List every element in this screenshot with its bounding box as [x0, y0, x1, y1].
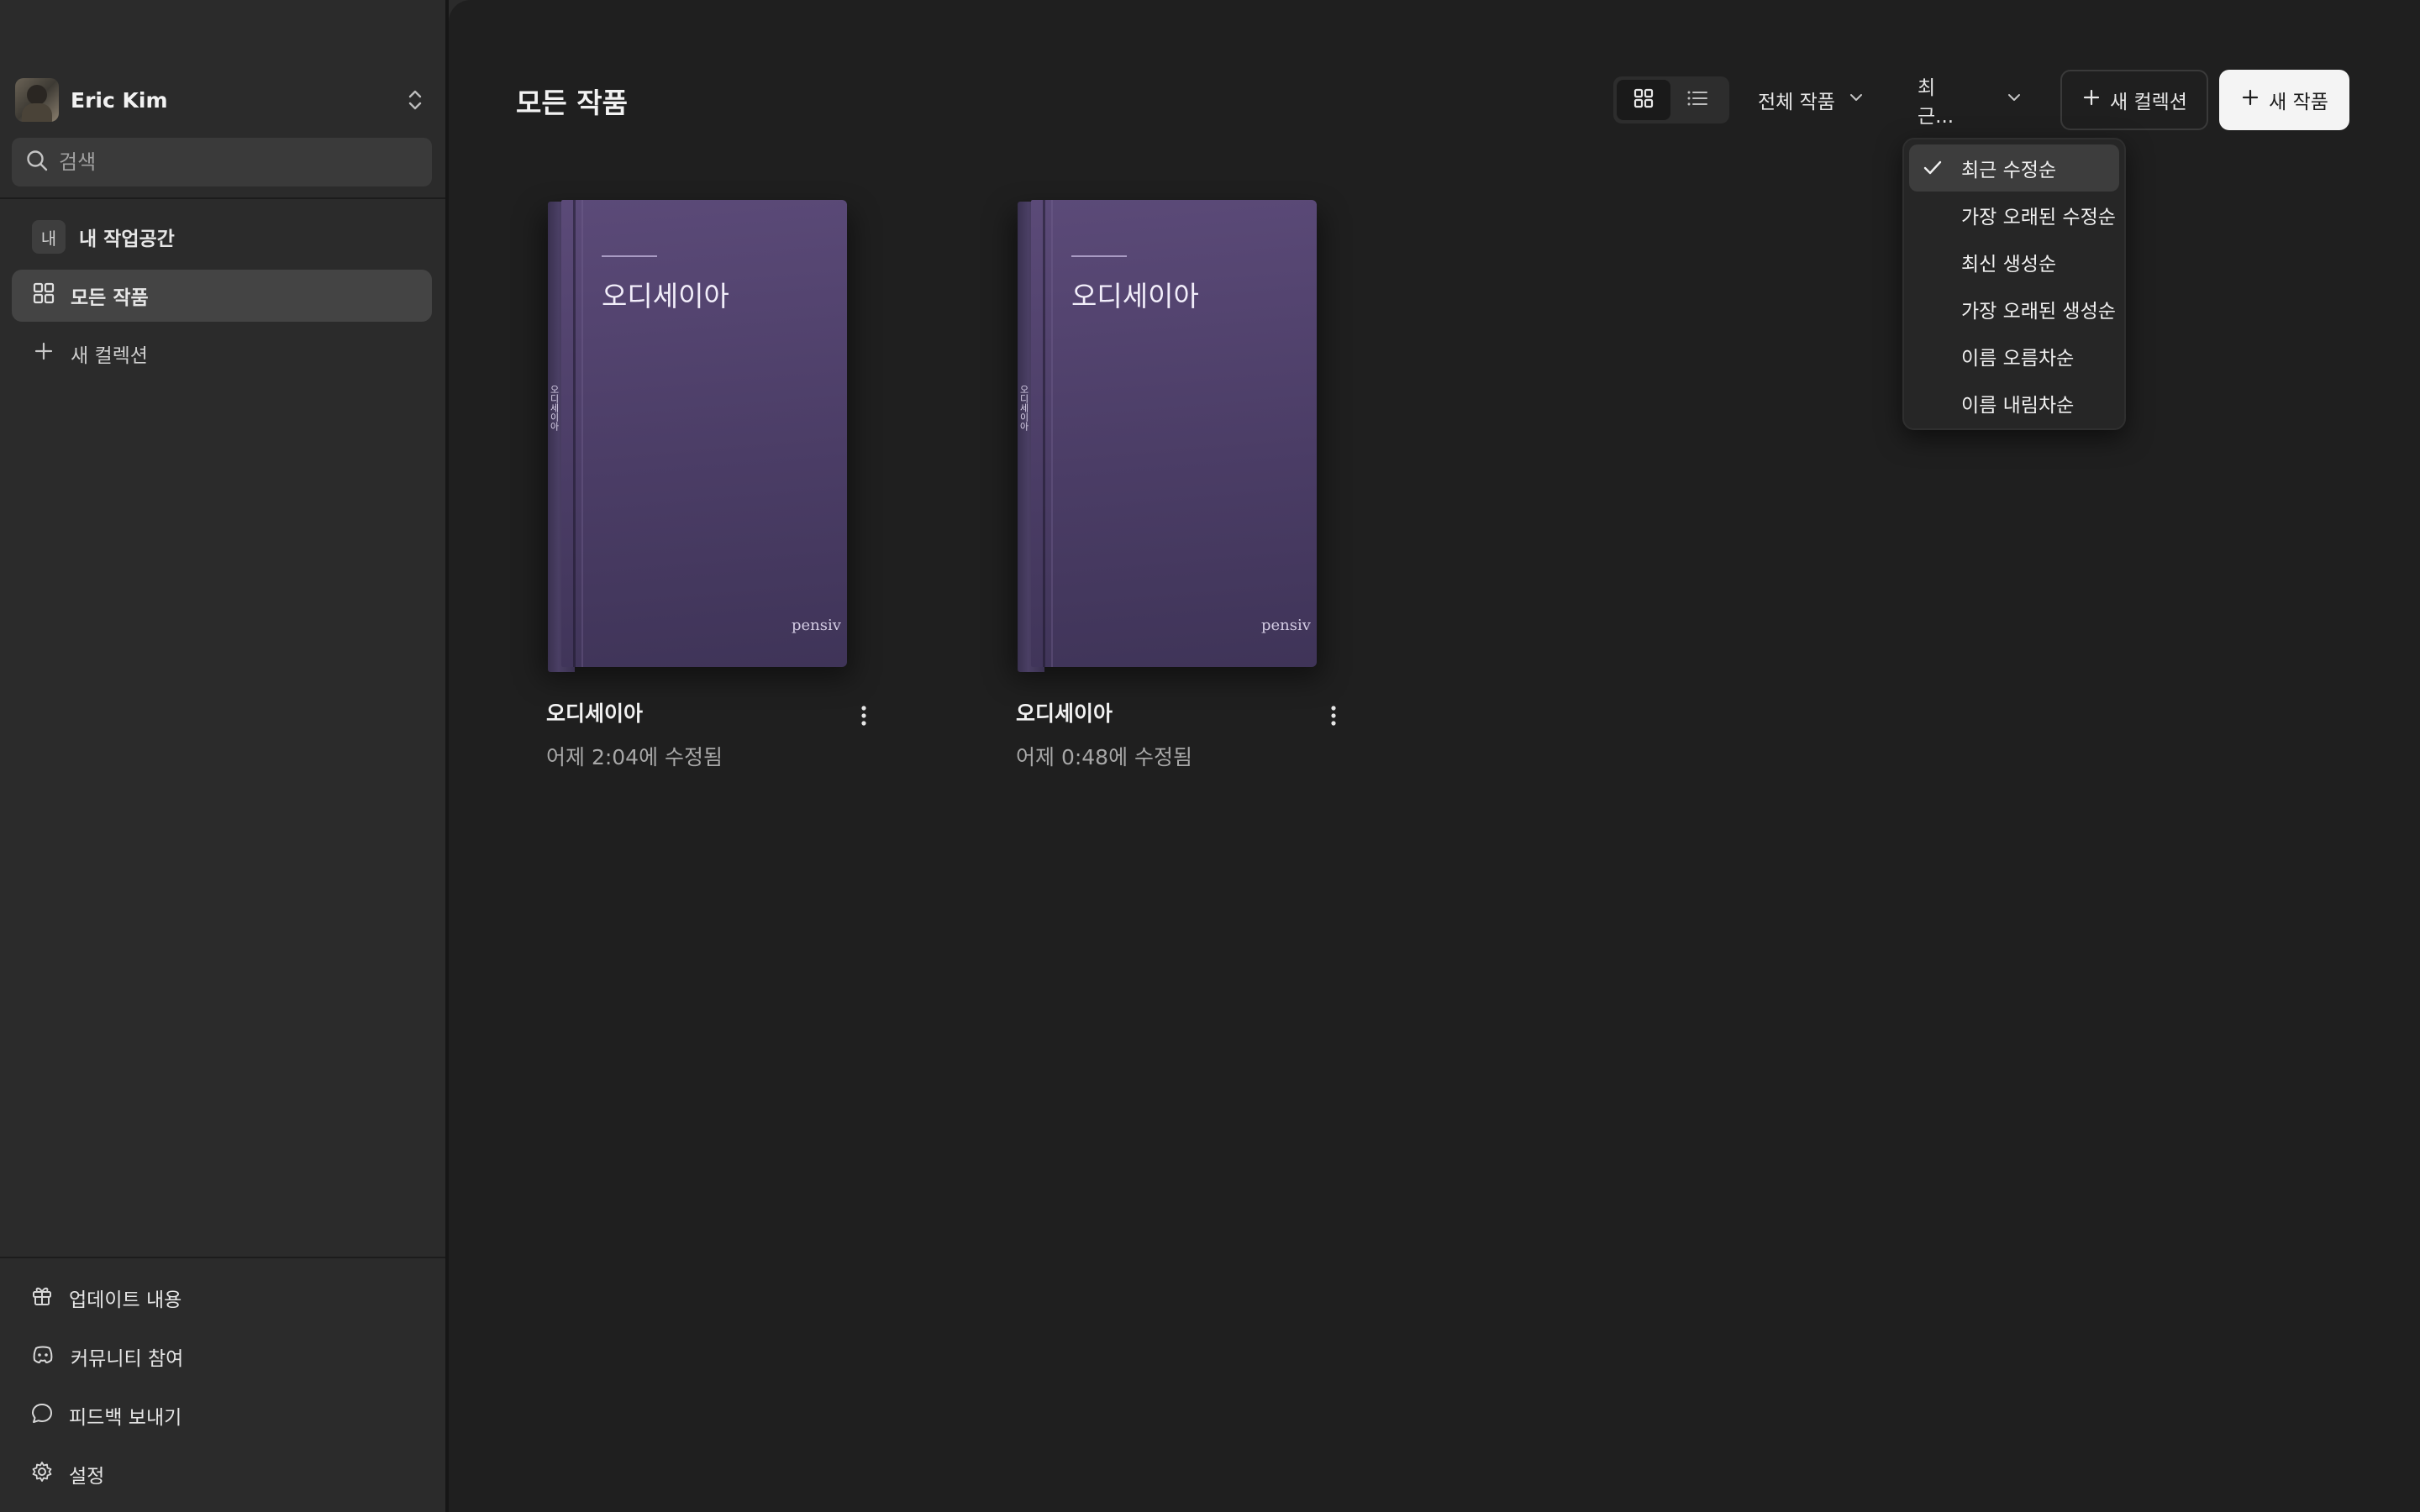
work-card[interactable]: 오디세이아 오디세이아 pensiv 오디세이아 어제 0:48에 수정됨: [986, 197, 1355, 776]
chevron-down-icon: [1847, 88, 1865, 112]
sort-option-label: 최근 수정순: [1961, 160, 2057, 181]
work-title: 오디세이아: [1016, 701, 1113, 726]
footer-item-settings[interactable]: 설정: [30, 1453, 104, 1495]
grid-icon: [1632, 87, 1655, 113]
view-toggle: [1613, 76, 1729, 123]
footer-item-feedback[interactable]: 피드백 보내기: [30, 1394, 182, 1436]
sort-menu: 최근 수정순 가장 오래된 수정순 최신 생성순 가장 오래된 생성순 이름 오…: [1902, 138, 2126, 430]
new-work-label: 새 작품: [2269, 92, 2328, 113]
sort-option-label: 최신 생성순: [1961, 254, 2057, 276]
user-name: Eric Kim: [71, 87, 168, 113]
sort-option-label: 이름 내림차순: [1961, 395, 2075, 417]
sidebar-item-new-collection[interactable]: 새 컬렉션: [12, 328, 432, 380]
grid-view-button[interactable]: [1617, 80, 1670, 120]
discord-icon: [30, 1342, 55, 1371]
cover-title: 오디세이아: [602, 280, 729, 312]
sidebar-border: [445, 0, 449, 1512]
new-collection-label: 새 컬렉션: [2110, 92, 2187, 113]
more-options-button[interactable]: [850, 701, 877, 734]
filter-dropdown[interactable]: 전체 작품: [1748, 76, 1876, 123]
list-icon: [1685, 87, 1710, 113]
chevron-up-down-icon: [403, 83, 427, 117]
spine-title: 오디세이아: [1018, 385, 1029, 431]
work-modified: 어제 0:48에 수정됨: [1016, 745, 1193, 769]
list-view-button[interactable]: [1670, 80, 1724, 120]
sort-option-oldest-modified[interactable]: 가장 오래된 수정순: [1909, 192, 2119, 239]
workspace-label: 내 작업공간: [79, 228, 175, 250]
chat-bubble-icon: [30, 1401, 54, 1430]
sidebar-divider: [0, 197, 445, 199]
sort-option-newest-created[interactable]: 최신 생성순: [1909, 239, 2119, 286]
cover-publisher: pensiv: [1261, 617, 1311, 634]
footer-item-label: 피드백 보내기: [69, 1407, 182, 1429]
sort-dropdown[interactable]: 최근...: [1907, 76, 2033, 128]
sort-option-label: 가장 오래된 수정순: [1961, 207, 2116, 228]
more-vertical-icon: [1330, 704, 1337, 731]
book-cover[interactable]: 오디세이아 오디세이아 pensiv: [548, 200, 847, 672]
cover-title: 오디세이아: [1071, 280, 1199, 312]
sort-option-oldest-created[interactable]: 가장 오래된 생성순: [1909, 286, 2119, 333]
avatar: [15, 78, 59, 122]
work-title: 오디세이아: [546, 701, 644, 726]
sidebar: Eric Kim 내 내 작업공간 모든 작품 새 컬렉션 업데이트 내용: [0, 0, 445, 1512]
cover-groove: [581, 200, 583, 667]
footer-item-updates[interactable]: 업데이트 내용: [30, 1277, 182, 1319]
cover-groove: [1051, 200, 1053, 667]
cover-rule: [1071, 255, 1127, 257]
footer-item-label: 커뮤니티 참여: [71, 1348, 184, 1370]
plus-icon: [32, 339, 55, 368]
gift-icon: [30, 1284, 54, 1312]
plus-icon: [2081, 87, 2102, 113]
cover-face: 오디세이아 pensiv: [1031, 200, 1317, 667]
sidebar-item-label: 모든 작품: [71, 287, 149, 309]
check-icon: [1921, 156, 1944, 185]
sidebar-item-label: 새 컬렉션: [71, 345, 148, 367]
cover-groove: [573, 200, 576, 667]
footer-item-label: 업데이트 내용: [69, 1289, 182, 1311]
cover-face: 오디세이아 pensiv: [561, 200, 847, 667]
book-cover[interactable]: 오디세이아 오디세이아 pensiv: [1018, 200, 1317, 672]
sort-option-name-asc[interactable]: 이름 오름차순: [1909, 333, 2119, 380]
footer-item-community[interactable]: 커뮤니티 참여: [30, 1336, 183, 1378]
sort-option-label: 이름 오름차순: [1961, 348, 2075, 370]
more-vertical-icon: [860, 704, 867, 731]
new-work-button[interactable]: 새 작품: [2219, 70, 2349, 130]
sort-option-recently-modified[interactable]: 최근 수정순: [1909, 144, 2119, 192]
search-box[interactable]: [12, 138, 432, 186]
workspace-header[interactable]: 내 내 작업공간: [12, 211, 432, 263]
plus-icon: [2240, 87, 2260, 113]
sidebar-divider: [0, 1257, 445, 1258]
sort-option-label: 가장 오래된 생성순: [1961, 301, 2116, 323]
cover-publisher: pensiv: [792, 617, 841, 634]
search-input[interactable]: [59, 150, 395, 174]
more-options-button[interactable]: [1320, 701, 1347, 734]
work-card[interactable]: 오디세이아 오디세이아 pensiv 오디세이아 어제 2:04에 수정됨: [516, 197, 886, 776]
page-title: 모든 작품: [516, 87, 628, 119]
sort-label: 최근...: [1918, 77, 1954, 128]
footer-item-label: 설정: [69, 1466, 105, 1488]
account-switcher[interactable]: Eric Kim: [15, 77, 427, 123]
workspace-badge: 내: [32, 220, 66, 254]
new-collection-button[interactable]: 새 컬렉션: [2060, 70, 2208, 130]
cover-groove: [1043, 200, 1045, 667]
filter-label: 전체 작품: [1758, 92, 1835, 113]
search-icon: [25, 149, 49, 176]
sort-option-name-desc[interactable]: 이름 내림차순: [1909, 380, 2119, 427]
grid-icon: [32, 281, 55, 310]
cover-rule: [602, 255, 657, 257]
work-modified: 어제 2:04에 수정됨: [546, 745, 723, 769]
gear-icon: [30, 1460, 54, 1488]
spine-title: 오디세이아: [549, 385, 560, 431]
chevron-down-icon: [2005, 88, 2023, 112]
sidebar-item-all-works[interactable]: 모든 작품: [12, 270, 432, 322]
